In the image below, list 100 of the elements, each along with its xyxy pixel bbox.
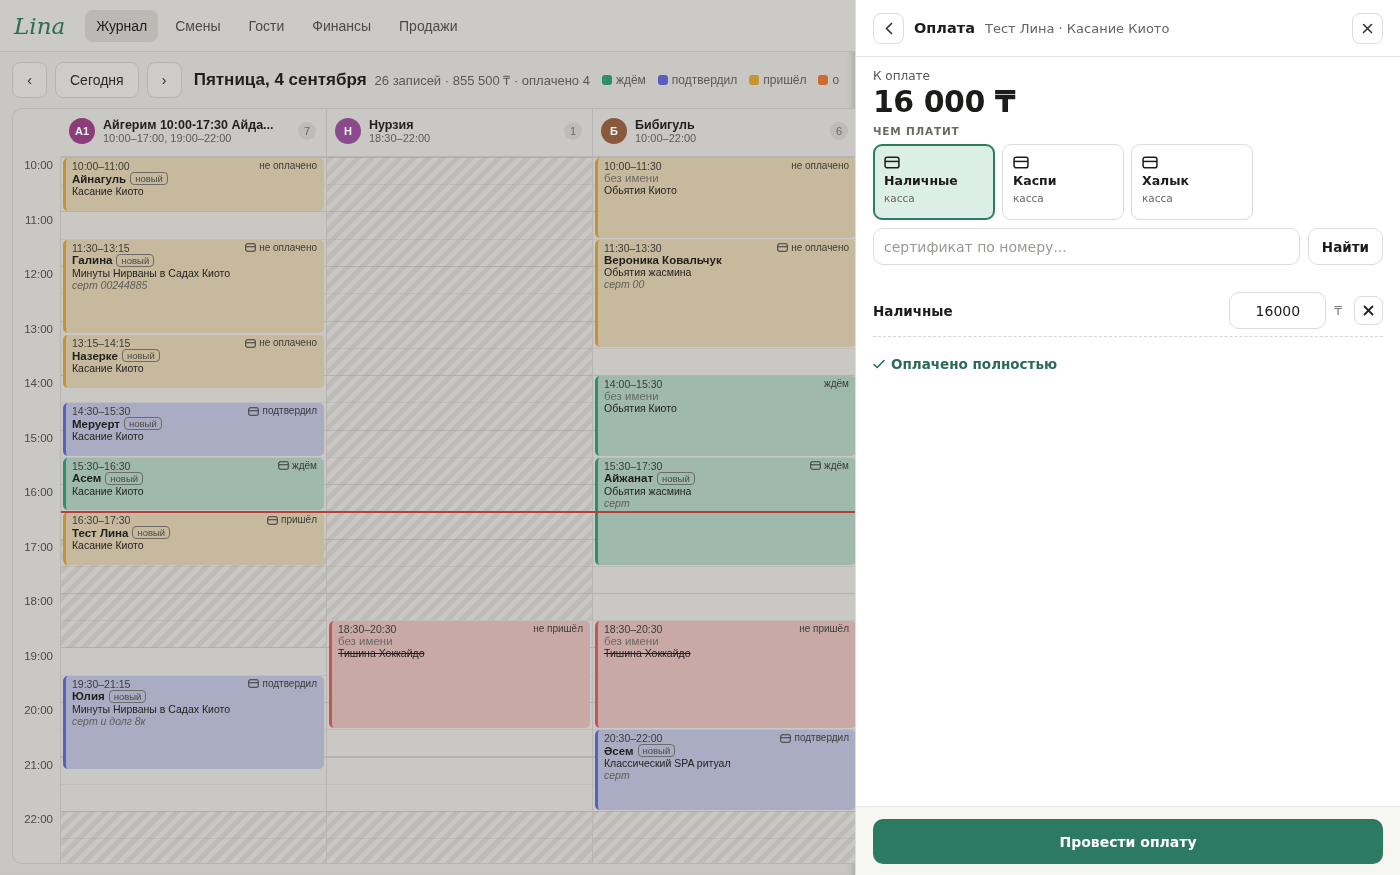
- service-name: Тишина Хоккайдо: [338, 647, 426, 660]
- guest-name: Тест Лина: [72, 526, 129, 539]
- hour-label: 15:00: [24, 431, 53, 444]
- appointment-card[interactable]: 15:30–17:30 ждём Айжанат новый Обьятия жасмина серт: [595, 457, 855, 565]
- appointment-status: не пришёл: [799, 623, 849, 636]
- guest-name: Юлия: [72, 690, 105, 703]
- certificate-field[interactable]: сертификат по номеру...: [873, 228, 1300, 265]
- guest-name: без имени: [604, 635, 659, 648]
- appointment-card[interactable]: 20:30–22:00 подтвердил Әсем новый Классический SPA ритуал серт: [595, 730, 855, 810]
- payment-method-card[interactable]: Халык касса: [1131, 144, 1253, 220]
- legend-label: ждём: [615, 73, 646, 87]
- guest-name: Вероника Ковальчук: [604, 253, 722, 266]
- appointment-note: серт 00: [604, 277, 646, 290]
- remove-button[interactable]: [1354, 296, 1383, 325]
- amount-field[interactable]: 16000: [1229, 292, 1327, 329]
- appointment-card[interactable]: 10:00–11:00 не оплачено Айнагуль новый Касание Киото: [63, 158, 324, 211]
- panel-subtitle: Тест Лина · Касание Киото: [984, 20, 1171, 36]
- appointment-time: 11:30–13:30: [604, 241, 662, 254]
- appointment-card[interactable]: 14:00–15:30 ждём без имени Обьятия Киото: [595, 376, 855, 456]
- method-register: касса: [1142, 192, 1174, 204]
- hour-label: 18:00: [24, 595, 53, 607]
- service-name: Классический SPA ритуал: [604, 757, 732, 770]
- method-name: Каспи: [1013, 173, 1058, 188]
- nav-tab[interactable]: Гости: [237, 9, 296, 42]
- appointment-card[interactable]: 11:30–13:30 не оплачено Вероника Ковальчук Обьятия жасмина серт 00: [595, 239, 855, 347]
- staff-name: Нурзия: [369, 118, 415, 132]
- appointment-card[interactable]: 18:30–20:30 не пришёл без имени Тишина Хоккайдо: [329, 621, 590, 729]
- appointment-status: не оплачено: [259, 241, 317, 254]
- close-button[interactable]: [1352, 12, 1383, 44]
- appointment-card[interactable]: 10:00–11:30 не оплачено без имени Обьятия Киото: [595, 158, 855, 238]
- appointment-card[interactable]: 13:15–14:15 не оплачено Назерке новый Касание Киото: [63, 335, 324, 388]
- find-button[interactable]: Найти: [1307, 228, 1383, 265]
- guest-name: Меруерт: [72, 417, 120, 430]
- hour-label: 11:00: [25, 213, 53, 226]
- appointment-card[interactable]: 19:30–21:15 подтвердил Юлия новый Минуты Нирваны в Садах Киото серт и долг 8к: [63, 675, 324, 770]
- service-name: Минуты Нирваны в Садах Киото: [72, 266, 232, 279]
- appointment-time: 15:30–17:30: [604, 459, 663, 472]
- appointment-time: 10:00–11:30: [604, 160, 662, 172]
- check-icon: [873, 359, 885, 369]
- guest-name: Айжанат: [604, 472, 654, 485]
- appointment-card[interactable]: 14:30–15:30 подтвердил Меруерт новый Касание Киото: [63, 403, 324, 456]
- payment-method-label: Наличные: [873, 302, 954, 319]
- nav-tab[interactable]: Продажи: [388, 9, 469, 42]
- amount-label: К оплате: [873, 69, 931, 83]
- appointment-time: 10:00–11:00: [72, 160, 130, 172]
- next-day-button[interactable]: ›: [146, 62, 182, 98]
- avatar: Б: [601, 118, 627, 144]
- service-name: Обьятия жасмина: [604, 265, 692, 278]
- service-name: Тишина Хоккайдо: [604, 647, 692, 660]
- payment-method-card[interactable]: Каспи касса: [1002, 144, 1124, 220]
- card-icon: [1013, 156, 1029, 169]
- today-button[interactable]: Сегодня: [55, 62, 139, 98]
- staff-hours: 10:00–22:00: [635, 132, 698, 144]
- appointment-note: серт и долг 8к: [72, 714, 146, 727]
- appointment-card[interactable]: 16:30–17:30 пришёл Тест Лина новый Касание Киото: [63, 512, 324, 565]
- legend-label: пришёл: [763, 73, 807, 87]
- guest-name: без имени: [338, 635, 393, 648]
- card-icon: [1142, 156, 1158, 169]
- guest-name: Әсем: [604, 744, 634, 757]
- service-name: Минуты Нирваны в Садах Киото: [72, 702, 232, 715]
- method-name: Халык: [1142, 173, 1190, 188]
- close-icon: [1363, 305, 1374, 316]
- new-guest-badge: новый: [657, 471, 695, 485]
- hour-label: 13:00: [24, 322, 53, 335]
- payment-method-card[interactable]: Наличные касса: [873, 144, 995, 220]
- nav-tab[interactable]: Финансы: [301, 9, 383, 42]
- appointment-card[interactable]: 11:30–13:15 не оплачено Галина новый Минуты Нирваны в Садах Киото серт 00244885: [63, 239, 324, 334]
- submit-payment-button[interactable]: Провести оплату: [873, 819, 1383, 864]
- app-logo[interactable]: Lina: [14, 12, 66, 39]
- service-name: Касание Киото: [72, 430, 145, 443]
- back-icon: [884, 21, 893, 35]
- new-guest-badge: новый: [116, 253, 155, 267]
- appointment-card[interactable]: 18:30–20:30 не пришёл без имени Тишина Хоккайдо: [595, 621, 855, 729]
- previous-day-button[interactable]: ‹: [12, 62, 47, 98]
- guest-name: Назерке: [72, 349, 118, 362]
- back-button[interactable]: [873, 12, 904, 44]
- appointment-time: 14:30–15:30: [72, 405, 131, 418]
- appointment-time: 11:30–13:15: [72, 241, 130, 254]
- appointment-status: не оплачено: [259, 337, 317, 350]
- appointment-status: пришёл: [281, 514, 317, 527]
- appointment-time: 15:30–16:30: [72, 459, 131, 472]
- appointment-card[interactable]: 15:30–16:30 ждём Асем новый Касание Киото: [63, 457, 324, 511]
- appointment-time: 18:30–20:30: [604, 623, 663, 636]
- method-name: Наличные: [884, 173, 959, 188]
- count-badge: 1: [564, 122, 582, 140]
- hour-label: 14:00: [24, 377, 53, 389]
- nav-tab[interactable]: Журнал: [85, 9, 159, 42]
- service-name: Касание Киото: [72, 484, 145, 497]
- service-name: Касание Киото: [72, 362, 145, 375]
- guest-name: Асем: [72, 472, 102, 485]
- appointment-status: не оплачено: [791, 160, 849, 172]
- avatar: Н: [335, 118, 361, 144]
- staff-name: Айгерим 10:00-17:30 Айда...: [103, 118, 275, 132]
- new-guest-badge: новый: [122, 349, 160, 363]
- appointment-time: 14:00–15:30: [604, 378, 663, 390]
- service-name: Касание Киото: [72, 185, 145, 197]
- nav-tab[interactable]: Смены: [164, 9, 232, 42]
- method-register: касса: [884, 192, 916, 204]
- section-label: ЧЕМ ПЛАТИТ: [873, 125, 961, 137]
- appointment-time: 13:15–14:15: [72, 337, 131, 350]
